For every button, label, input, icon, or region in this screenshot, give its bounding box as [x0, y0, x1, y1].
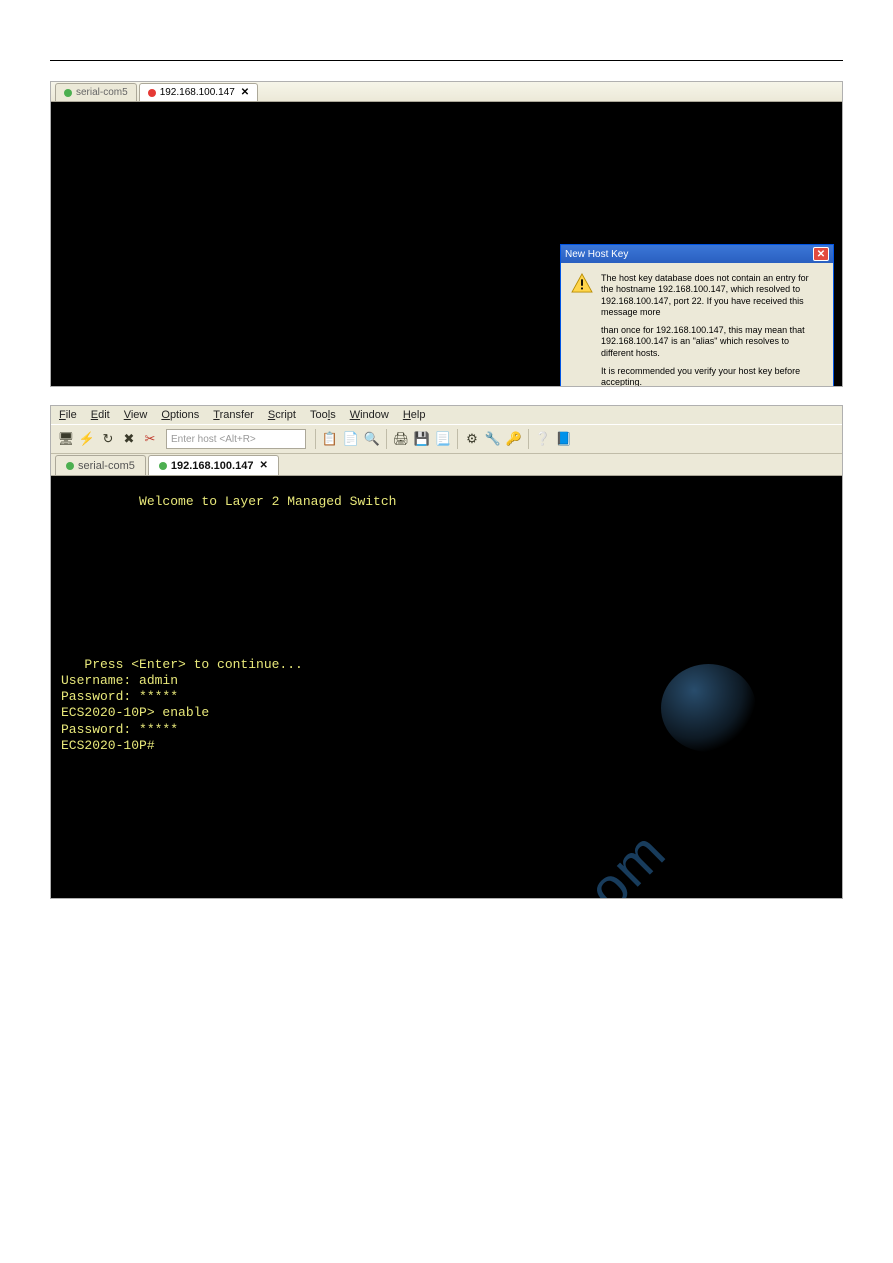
dialog-titlebar[interactable]: New Host Key ✕	[561, 245, 833, 263]
new-host-key-dialog: New Host Key ✕ The host key database doe…	[560, 244, 834, 387]
status-led-icon	[64, 89, 72, 97]
term-press-enter: Press <Enter> to continue...	[61, 657, 832, 673]
tab-label: serial-com5	[76, 87, 128, 98]
term-username: Username: admin	[61, 673, 832, 689]
disconnect-icon[interactable]: ✖	[120, 430, 138, 448]
tab-bar: serial-com5 192.168.100.147 ✕	[51, 454, 842, 476]
toolbar: 🖥 ⚡ ↻ ✖ ✂ Enter host <Alt+R> 📋 📄 🔍 🖨 💾 📃…	[51, 424, 842, 454]
header-rule	[50, 60, 843, 61]
term-password: Password: *****	[61, 689, 832, 705]
dialog-p3: It is recommended you verify your host k…	[601, 366, 823, 387]
tab-label: serial-com5	[78, 460, 135, 472]
tab-label: 192.168.100.147	[171, 460, 254, 472]
menu-script[interactable]: Script	[268, 409, 296, 421]
menu-view[interactable]: View	[124, 409, 148, 421]
menu-tools[interactable]: Tools	[310, 409, 336, 421]
separator	[386, 429, 387, 449]
close-button[interactable]: ✕	[813, 247, 829, 261]
screenshot-login-terminal: File Edit View Options Transfer Script T…	[50, 405, 843, 899]
status-led-icon	[159, 462, 167, 470]
terminal-area[interactable]: Welcome to Layer 2 Managed Switch Press …	[51, 476, 842, 898]
close-icon[interactable]: ✕	[241, 87, 249, 98]
tab-ip[interactable]: 192.168.100.147 ✕	[139, 83, 258, 101]
paste-icon[interactable]: 📄	[342, 430, 360, 448]
term-enable: ECS2020-10P> enable	[61, 705, 832, 721]
term-password2: Password: *****	[61, 722, 832, 738]
dialog-body: The host key database does not contain a…	[561, 263, 833, 387]
menu-edit[interactable]: Edit	[91, 409, 110, 421]
dialog-title: New Host Key	[565, 249, 628, 260]
menu-bar: File Edit View Options Transfer Script T…	[51, 406, 842, 424]
tools-icon[interactable]: 🔧	[484, 430, 502, 448]
separator	[457, 429, 458, 449]
tab-serial-com5[interactable]: serial-com5	[55, 455, 146, 475]
reconnect-icon[interactable]: ↻	[99, 430, 117, 448]
settings-icon[interactable]: ⚙	[463, 430, 481, 448]
menu-file[interactable]: File	[59, 409, 77, 421]
menu-transfer[interactable]: Transfer	[213, 409, 254, 421]
dialog-p1: The host key database does not contain a…	[601, 273, 823, 318]
tab-ip[interactable]: 192.168.100.147 ✕	[148, 455, 279, 475]
dialog-text: The host key database does not contain a…	[601, 273, 823, 387]
screenshot-hostkey-dialog: serial-com5 192.168.100.147 ✕ New Host K…	[50, 81, 843, 387]
help-icon[interactable]: ❔	[534, 430, 552, 448]
close-icon[interactable]: ✕	[259, 460, 267, 471]
menu-help[interactable]: Help	[403, 409, 426, 421]
warning-icon	[571, 273, 593, 293]
status-led-icon	[66, 462, 74, 470]
dialog-p2: than once for 192.168.100.147, this may …	[601, 325, 823, 359]
tab-serial-com5[interactable]: serial-com5	[55, 83, 137, 101]
key-icon[interactable]: 🔑	[505, 430, 523, 448]
save-icon[interactable]: 💾	[413, 430, 431, 448]
connect-icon[interactable]: 🖥	[57, 430, 75, 448]
log-icon[interactable]: 📃	[434, 430, 452, 448]
session-manager-icon[interactable]: ✂	[141, 430, 159, 448]
term-prompt: ECS2020-10P#	[61, 738, 832, 754]
term-welcome: Welcome to Layer 2 Managed Switch	[61, 494, 832, 510]
menu-options[interactable]: Options	[161, 409, 199, 421]
separator	[528, 429, 529, 449]
printer-icon[interactable]: 🖨	[392, 430, 410, 448]
about-icon[interactable]: 📘	[555, 430, 573, 448]
menu-window[interactable]: Window	[350, 409, 389, 421]
status-led-icon	[148, 89, 156, 97]
quick-connect-icon[interactable]: ⚡	[78, 430, 96, 448]
separator	[315, 429, 316, 449]
host-input[interactable]: Enter host <Alt+R>	[166, 429, 306, 449]
tab-label: 192.168.100.147	[160, 87, 235, 98]
copy-icon[interactable]: 📋	[321, 430, 339, 448]
tab-bar: serial-com5 192.168.100.147 ✕	[51, 82, 842, 102]
find-icon[interactable]: 🔍	[363, 430, 381, 448]
